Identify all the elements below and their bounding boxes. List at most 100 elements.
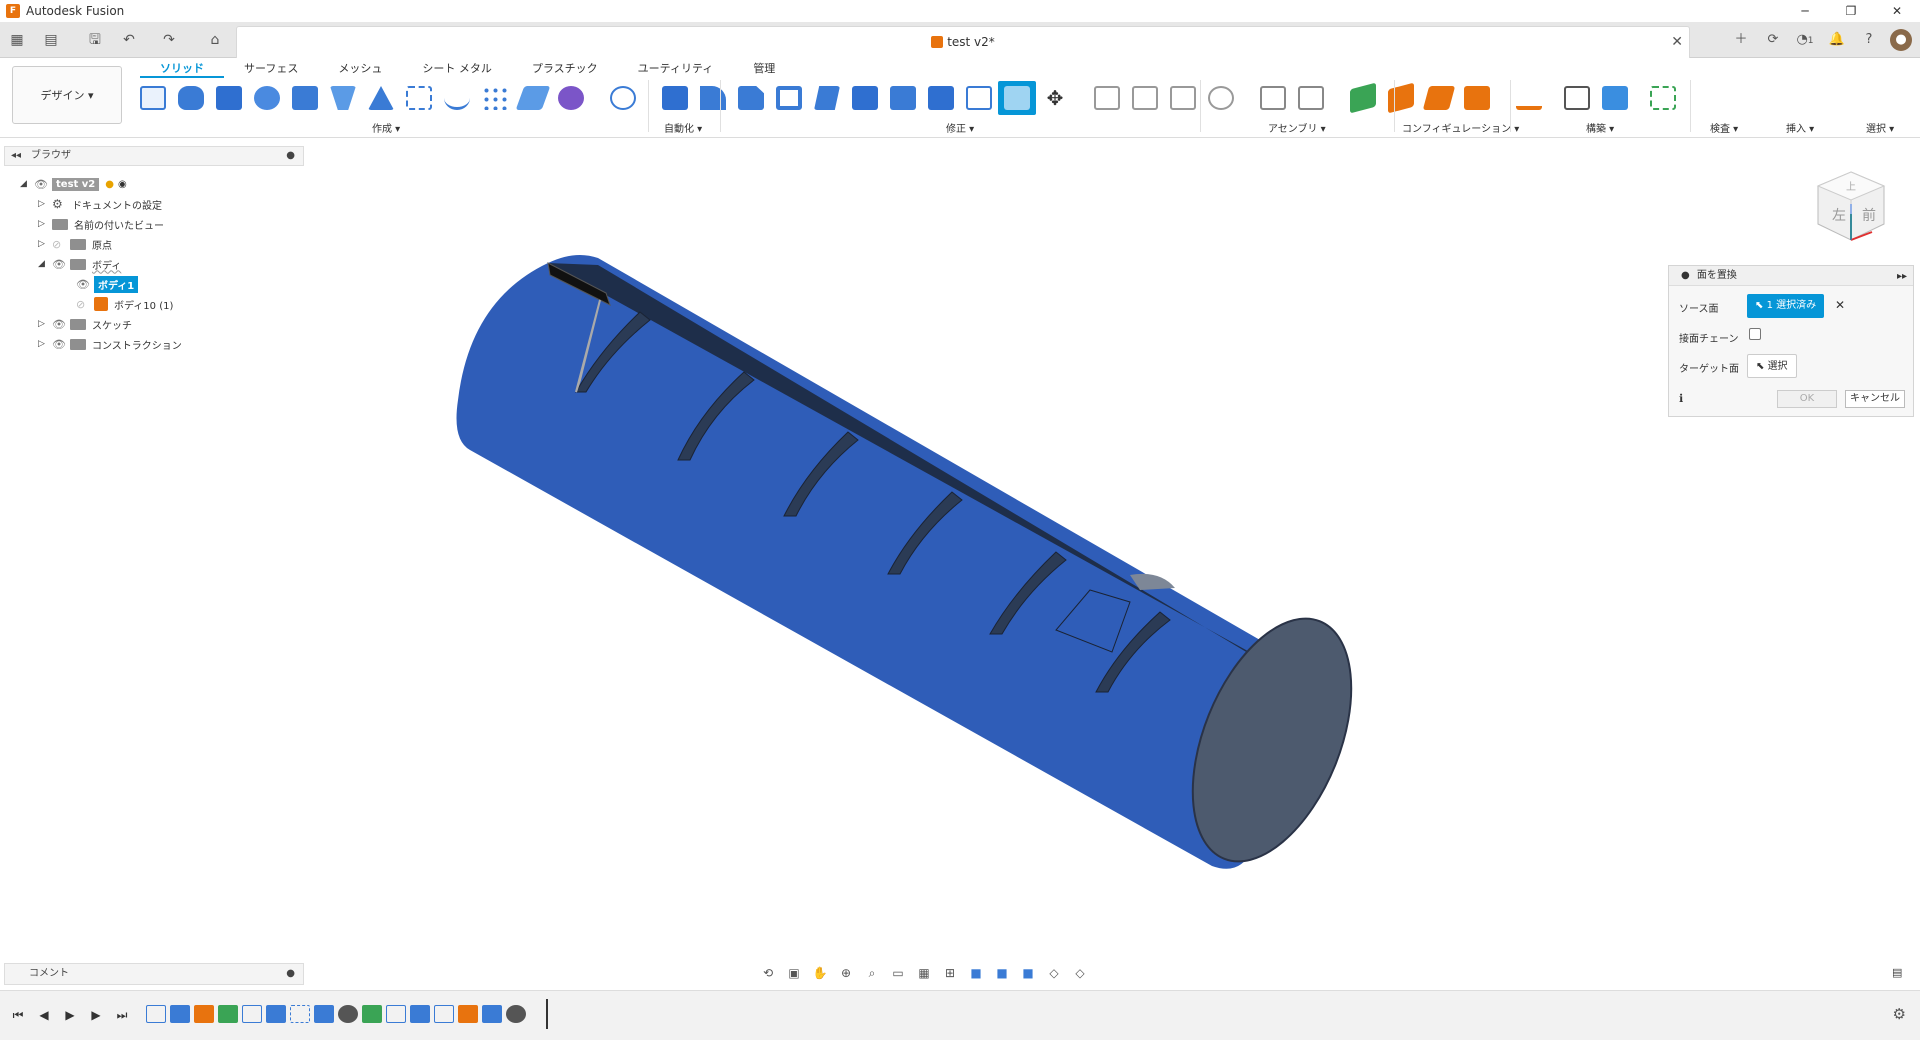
activate-radio-icon[interactable]: ◉ <box>118 179 127 190</box>
tree-node-sketches[interactable]: ▷ 👁 スケッチ <box>38 314 132 334</box>
timeline-extrude-icon[interactable] <box>266 1005 286 1023</box>
motion-link-button[interactable] <box>1202 81 1240 115</box>
primitive-button[interactable] <box>552 81 590 115</box>
configuration-table-button[interactable] <box>1292 81 1330 115</box>
target-face-selector[interactable]: ⬉ 選択 <box>1747 354 1797 378</box>
layout-toggle-icon[interactable]: ▤ <box>1892 966 1902 979</box>
insert-derive-button[interactable] <box>1558 81 1596 115</box>
point-pattern-button[interactable] <box>476 81 514 115</box>
timeline-body-icon[interactable] <box>458 1005 478 1023</box>
group-assembly-label[interactable]: アセンブリ ▾ <box>1268 120 1326 135</box>
wireframe-style-icon[interactable]: ◇ <box>1044 964 1064 982</box>
tree-node-construction[interactable]: ▷ 👁 コンストラクション <box>38 334 182 354</box>
view-cube[interactable]: 左 上 前 <box>1808 164 1894 250</box>
expand-triangle-icon[interactable]: ◢ <box>20 179 34 189</box>
display-settings-icon[interactable]: ▭ <box>888 964 908 982</box>
ok-button[interactable]: OK <box>1777 390 1837 408</box>
configure-button[interactable] <box>1254 81 1292 115</box>
close-tab-button[interactable]: ✕ <box>1671 34 1683 50</box>
group-configuration-label[interactable]: コンフィギュレーション ▾ <box>1402 120 1519 135</box>
collapse-triangle-icon[interactable]: ◢ <box>38 259 52 269</box>
offset-face-button[interactable] <box>922 81 960 115</box>
viewports-icon[interactable]: ⊞ <box>940 964 960 982</box>
step-back-icon[interactable]: ◀ <box>34 1005 54 1025</box>
expand-triangle-icon[interactable]: ▷ <box>38 339 52 349</box>
minimize-button[interactable]: ─ <box>1782 0 1828 22</box>
viewcube-face-front[interactable]: 左 <box>1832 208 1846 224</box>
orbit-icon[interactable]: ⟲ <box>758 964 778 982</box>
browser-options-icon[interactable]: ● <box>286 147 295 165</box>
automate-button[interactable] <box>604 81 642 115</box>
body1-label[interactable]: ボディ1 <box>94 275 139 293</box>
fit-zoom-icon[interactable]: ⌕ <box>862 964 882 982</box>
redo-icon[interactable]: ↷ <box>158 29 180 51</box>
document-tab[interactable]: test v2* ✕ <box>236 26 1690 58</box>
loft-button[interactable] <box>324 81 362 115</box>
collapse-browser-icon[interactable]: ◂◂ <box>11 147 21 165</box>
wireframe-hidden-style-icon[interactable]: ◇ <box>1070 964 1090 982</box>
group-create-label[interactable]: 作成 ▾ <box>372 120 400 135</box>
hidden-eye-icon[interactable]: ⊘ <box>76 298 94 311</box>
home-icon[interactable]: ⌂ <box>204 29 226 51</box>
expand-triangle-icon[interactable]: ▷ <box>38 319 52 329</box>
sync-icon[interactable]: ⟳ <box>1762 29 1784 51</box>
timeline-playhead[interactable] <box>546 999 548 1029</box>
group-modify-label[interactable]: 修正 ▾ <box>946 120 974 135</box>
move-copy-button[interactable]: ✥ <box>1036 81 1074 115</box>
timeline-sketch-icon[interactable] <box>386 1005 406 1023</box>
as-built-joint-button[interactable] <box>1164 81 1202 115</box>
tree-node-body10[interactable]: ⊘ ボディ10 (1) <box>76 294 173 314</box>
group-insert-label[interactable]: 挿入 ▾ <box>1786 120 1814 135</box>
tab-sheet-metal[interactable]: シート メタル <box>402 60 512 78</box>
dialog-collapse-icon[interactable]: ● <box>1681 270 1690 281</box>
tree-node-doc-settings[interactable]: ▷ ⚙ ドキュメントの設定 <box>38 194 162 214</box>
tab-utility[interactable]: ユーティリティ <box>618 60 734 78</box>
tab-manage[interactable]: 管理 <box>733 60 795 78</box>
timeline-sketch-icon[interactable] <box>434 1005 454 1023</box>
group-automate-label[interactable]: 自動化 ▾ <box>664 120 702 135</box>
step-forward-icon[interactable]: ▶ <box>86 1005 106 1025</box>
viewcube-face-right[interactable]: 前 <box>1862 207 1876 224</box>
chamfer-button[interactable] <box>732 81 770 115</box>
plane-at-angle-button[interactable] <box>1382 81 1420 115</box>
dialog-expand-icon[interactable]: ▸▸ <box>1897 267 1907 287</box>
shell-button[interactable] <box>770 81 808 115</box>
timeline-pattern-icon[interactable] <box>290 1005 310 1023</box>
visibility-eye-icon[interactable]: 👁 <box>34 178 52 191</box>
help-icon[interactable]: ? <box>1858 29 1880 51</box>
workspace-switcher-button[interactable]: デザイン ▾ <box>12 66 122 124</box>
tangent-chain-checkbox[interactable] <box>1749 328 1761 340</box>
close-window-button[interactable]: ✕ <box>1874 0 1920 22</box>
timeline-extrude-icon[interactable] <box>410 1005 430 1023</box>
combine-button[interactable] <box>884 81 922 115</box>
timeline-extrude-icon[interactable] <box>170 1005 190 1023</box>
timeline-sketch-icon[interactable] <box>146 1005 166 1023</box>
tab-mesh[interactable]: メッシュ <box>318 60 402 78</box>
pattern-button[interactable] <box>400 81 438 115</box>
group-construct-label[interactable]: 構築 ▾ <box>1586 120 1614 135</box>
expand-triangle-icon[interactable]: ▷ <box>38 199 52 209</box>
maximize-button[interactable]: ❐ <box>1828 0 1874 22</box>
comment-add-icon[interactable]: ● <box>286 964 295 984</box>
undo-icon[interactable]: ↶ <box>118 29 140 51</box>
file-menu-icon[interactable]: ▤ <box>40 29 62 51</box>
cancel-button[interactable]: キャンセル <box>1845 390 1905 408</box>
press-pull-button[interactable] <box>656 81 694 115</box>
save-icon[interactable]: 🖫 <box>84 29 106 51</box>
timeline-settings-gear-icon[interactable]: ⚙ <box>1893 1005 1906 1023</box>
go-to-end-icon[interactable]: ⏭ <box>112 1005 132 1025</box>
tree-root-label[interactable]: test v2 <box>52 177 100 191</box>
split-face-button[interactable] <box>998 81 1036 115</box>
expand-triangle-icon[interactable]: ▷ <box>38 219 52 229</box>
group-inspect-label[interactable]: 検査 ▾ <box>1710 120 1738 135</box>
visibility-eye-icon[interactable]: 👁 <box>76 278 94 291</box>
tree-node-bodies[interactable]: ◢ 👁 ボディ <box>38 254 121 274</box>
tree-node-root[interactable]: ◢ 👁 test v2 ● ◉ <box>20 174 127 194</box>
comment-panel[interactable]: コメント ● <box>4 963 304 985</box>
plane-button[interactable] <box>514 81 552 115</box>
timeline-plane-icon[interactable] <box>218 1005 238 1023</box>
extrude-button[interactable] <box>210 81 248 115</box>
play-icon[interactable]: ▶ <box>60 1005 80 1025</box>
visibility-eye-icon[interactable]: 👁 <box>52 318 70 331</box>
spline-button[interactable] <box>438 81 476 115</box>
